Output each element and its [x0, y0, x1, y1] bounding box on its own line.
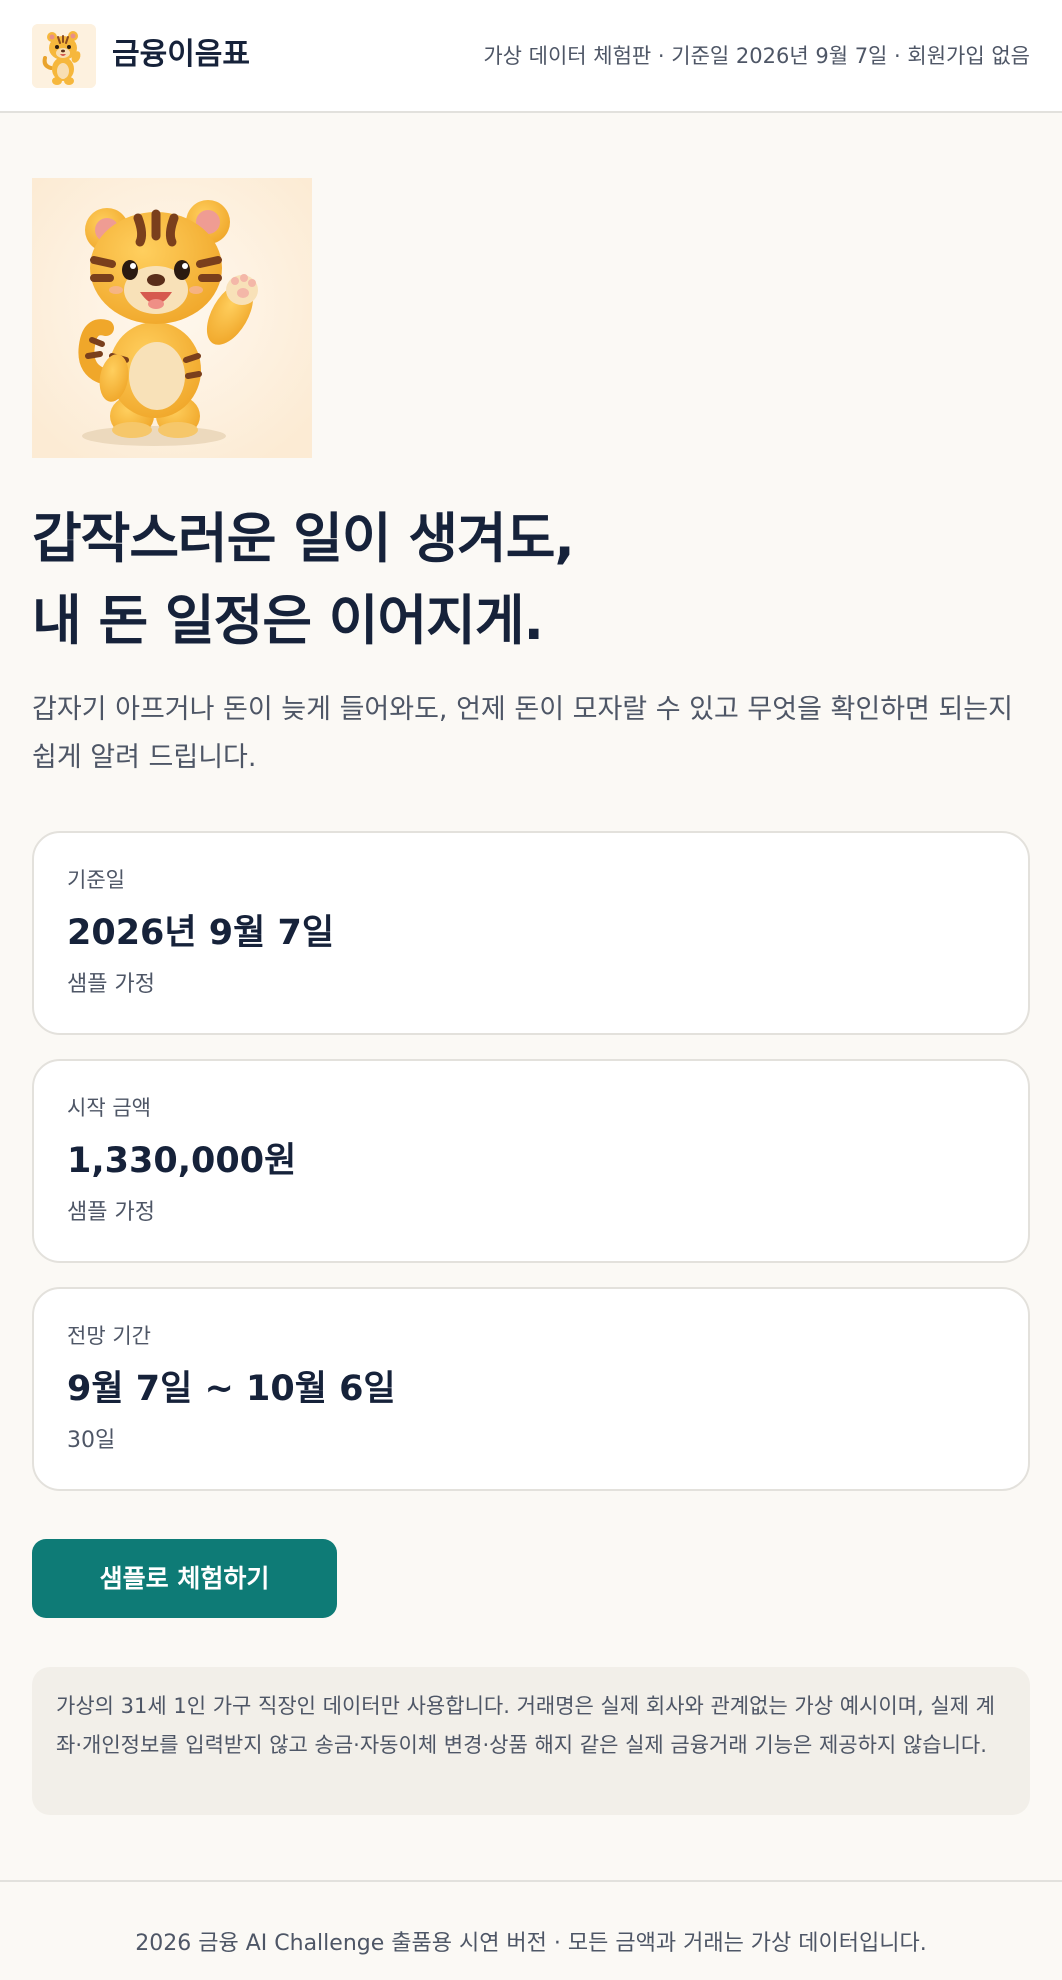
card-label: 기준일: [67, 868, 125, 892]
forecast-period-card: 전망 기간 9월 7일 ~ 10월 6일 30일: [32, 1287, 1030, 1491]
card-note: 샘플 가정: [67, 1200, 155, 1225]
card-note: 30일: [67, 1428, 116, 1453]
tiger-logo-icon[interactable]: [32, 24, 96, 88]
hero-title-line-2: 내 돈 일정은 이어지게.: [32, 589, 544, 652]
disclaimer-notice: 가상의 31세 1인 가구 직장인 데이터만 사용합니다. 거래명은 실제 회사…: [32, 1667, 1030, 1815]
starting-amount-card: 시작 금액 1,330,000원 샘플 가정: [32, 1059, 1030, 1263]
page-footer: 2026 금융 AI Challenge 출품용 시연 버전 · 모든 금액과 …: [0, 1880, 1062, 1980]
card-label: 전망 기간: [67, 1324, 151, 1348]
card-note: 샘플 가정: [67, 972, 155, 997]
tiger-mascot-graphic: [32, 178, 312, 458]
hero-description: 갑자기 아프거나 돈이 늦게 들어와도, 언제 돈이 모자랄 수 있고 무엇을 …: [32, 694, 1013, 773]
brand-name[interactable]: 금융이음표: [112, 35, 250, 75]
tiger-mascot-icon: [32, 178, 312, 458]
footer-text: 2026 금융 AI Challenge 출품용 시연 버전 · 모든 금액과 …: [135, 1931, 927, 1956]
try-sample-button[interactable]: 샘플로 체험하기: [32, 1539, 337, 1618]
header-meta-info: 가상 데이터 체험판 · 기준일 2026년 9월 7일 · 회원가입 없음: [483, 44, 1030, 68]
card-value: 9월 7일 ~ 10월 6일: [67, 1369, 396, 1409]
card-value: 1,330,000원: [67, 1141, 297, 1181]
hero-title: 갑작스러운 일이 생겨도, 내 돈 일정은 이어지게.: [32, 498, 1032, 662]
card-label: 시작 금액: [67, 1096, 151, 1120]
hero-title-line-1: 갑작스러운 일이 생겨도,: [32, 507, 575, 570]
top-header: 금융이음표 가상 데이터 체험판 · 기준일 2026년 9월 7일 · 회원가…: [0, 0, 1062, 113]
base-date-card: 기준일 2026년 9월 7일 샘플 가정: [32, 831, 1030, 1035]
card-value: 2026년 9월 7일: [67, 913, 335, 953]
tiger-logo-graphic: [32, 24, 96, 88]
